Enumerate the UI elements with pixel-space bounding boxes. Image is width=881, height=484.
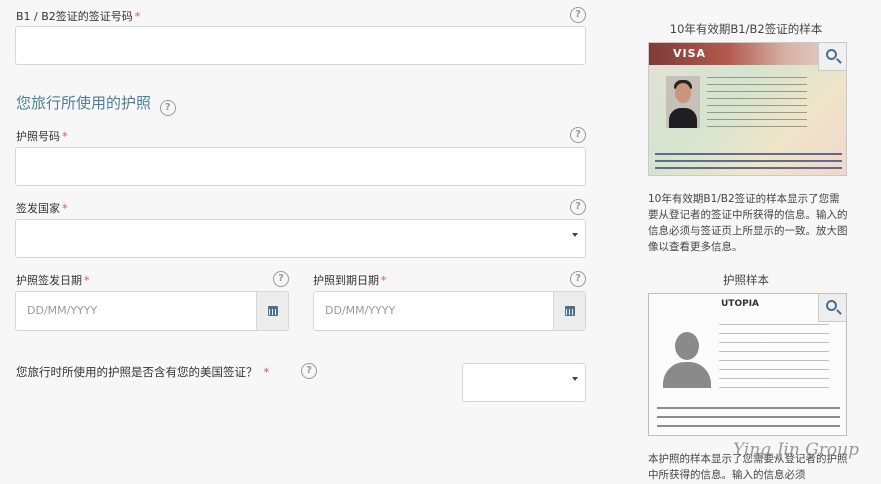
issue-date-input[interactable]: DD/MM/YYYY xyxy=(15,291,289,331)
passport-sample-title: 护照样本 xyxy=(723,273,769,287)
passport-sample-image[interactable]: UTOPIA xyxy=(648,293,847,436)
calendar-icon xyxy=(565,306,575,316)
issuing-country-label: 签发国家 * xyxy=(16,202,68,215)
expiry-date-label: 护照到期日期 * xyxy=(313,274,387,287)
issue-date-label: 护照签发日期 * xyxy=(16,274,90,287)
help-icon[interactable]: ? xyxy=(570,199,586,215)
visa-image-word: VISA xyxy=(673,47,707,60)
passport-zoom-button[interactable] xyxy=(818,294,846,322)
visa-number-label: B1 / B2签证的签证号码 * xyxy=(16,10,141,23)
visa-sample-description: 10年有效期B1/B2签证的样本显示了您需要从登记者的签证中所获得的信息。输入的… xyxy=(648,193,848,253)
help-icon[interactable]: ? xyxy=(159,100,176,116)
chevron-down-icon xyxy=(572,377,578,381)
chevron-down-icon xyxy=(572,233,578,237)
visa-number-input[interactable] xyxy=(15,26,586,65)
magnifier-icon xyxy=(826,49,837,60)
passport-image-country: UTOPIA xyxy=(721,299,760,309)
passport-number-input[interactable] xyxy=(15,147,586,186)
visa-photo xyxy=(666,76,700,128)
issuing-country-select[interactable] xyxy=(15,219,586,258)
passport-number-label: 护照号码 * xyxy=(16,130,68,143)
person-silhouette-icon xyxy=(663,332,711,388)
help-icon[interactable]: ? xyxy=(273,271,289,287)
issue-date-placeholder: DD/MM/YYYY xyxy=(27,304,98,317)
calendar-icon xyxy=(268,306,278,316)
expiry-date-input[interactable]: DD/MM/YYYY xyxy=(313,291,586,331)
issue-date-calendar-button[interactable] xyxy=(256,292,288,330)
visa-sample-title: 10年有效期B1/B2签证的样本 xyxy=(669,22,823,36)
expiry-date-calendar-button[interactable] xyxy=(553,292,585,330)
help-icon[interactable]: ? xyxy=(570,7,586,23)
help-icon[interactable]: ? xyxy=(570,127,586,143)
watermark: Ying Jin Group xyxy=(733,440,859,460)
magnifier-icon xyxy=(826,300,837,311)
help-icon[interactable]: ? xyxy=(301,363,317,379)
expiry-date-placeholder: DD/MM/YYYY xyxy=(325,304,396,317)
contains-visa-select[interactable] xyxy=(462,363,586,402)
visa-zoom-button[interactable] xyxy=(818,43,846,71)
contains-visa-question: 您旅行时所使用的护照是否含有您的美国签证？ * xyxy=(16,365,270,379)
help-icon[interactable]: ? xyxy=(570,271,586,287)
visa-sample-image[interactable]: VISA xyxy=(648,42,847,176)
section-title: 您旅行所使用的护照 ? xyxy=(16,92,176,116)
